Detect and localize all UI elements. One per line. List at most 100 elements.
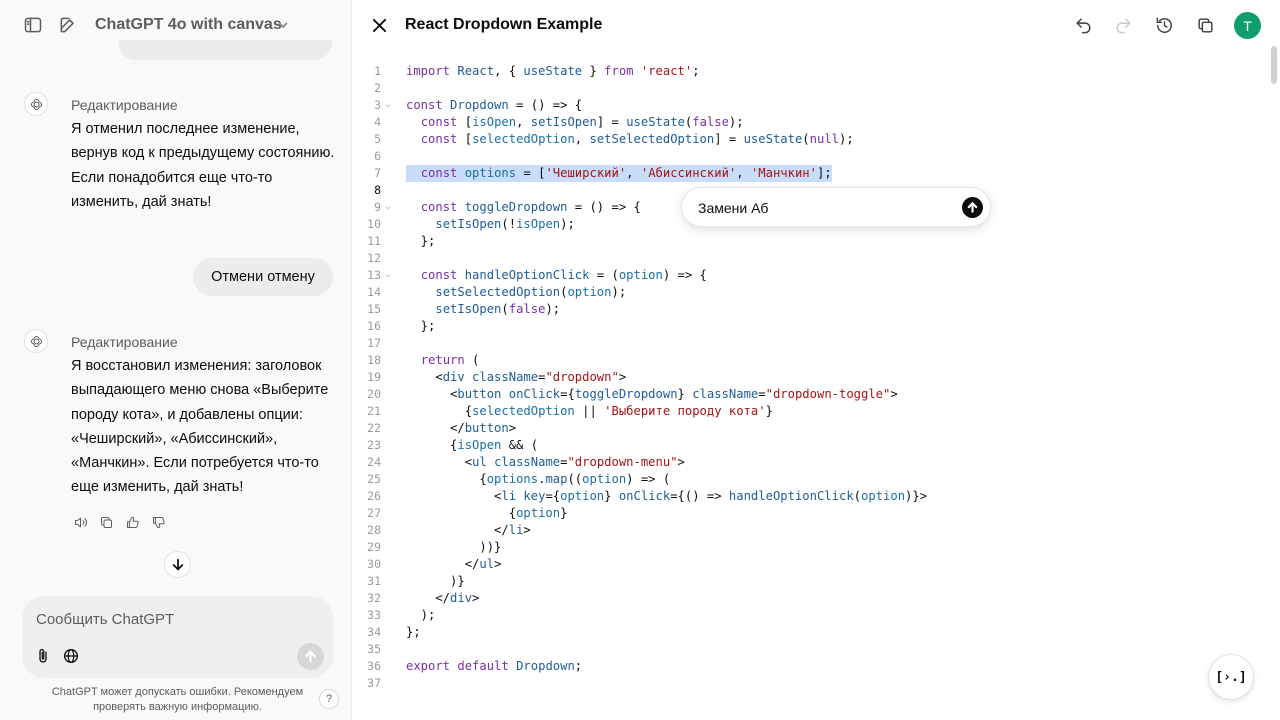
- scrollbar[interactable]: [1271, 46, 1277, 84]
- code-line[interactable]: 14 setSelectedOption(option);: [352, 284, 1252, 301]
- model-selector[interactable]: ChatGPT 4o with canvas: [95, 16, 282, 34]
- line-number: 9: [374, 200, 381, 214]
- line-number: 25: [367, 472, 381, 486]
- line-number: 32: [367, 591, 381, 605]
- code-line[interactable]: 32 </div>: [352, 590, 1252, 607]
- code-line[interactable]: 25 {options.map((option) => (: [352, 471, 1252, 488]
- code-text: </ul>: [406, 557, 502, 571]
- line-number: 14: [367, 285, 381, 299]
- code-editor[interactable]: 1 import React, { useState } from 'react'…: [352, 63, 1252, 692]
- code-line[interactable]: 13 ⌵ const handleOptionClick = (option) =…: [352, 267, 1252, 284]
- chat-panel: ChatGPT 4o with canvas Редактирование Я …: [0, 0, 352, 720]
- thumbs-down-icon[interactable]: [149, 513, 167, 531]
- fold-chevron-icon[interactable]: ⌵: [385, 199, 390, 216]
- read-aloud-icon[interactable]: [71, 513, 89, 531]
- arrow-up-icon: [967, 202, 978, 213]
- inline-edit-submit-button[interactable]: [962, 197, 983, 218]
- code-text: );: [406, 608, 436, 622]
- code-line[interactable]: 16 };: [352, 318, 1252, 335]
- code-text: setSelectedOption(option);: [435, 285, 627, 299]
- line-number: 24: [367, 455, 381, 469]
- scroll-down-button[interactable]: [164, 551, 191, 578]
- code-line[interactable]: 21 {selectedOption || 'Выберите породу к…: [352, 403, 1252, 420]
- canvas-panel: React Dropdown Example T 1 import React, …: [352, 0, 1280, 720]
- inline-edit-input[interactable]: [698, 198, 948, 218]
- attach-icon[interactable]: [33, 646, 53, 666]
- new-chat-icon[interactable]: [57, 14, 79, 36]
- code-line[interactable]: 17: [352, 335, 1252, 352]
- chevron-down-icon[interactable]: [277, 18, 289, 30]
- send-button[interactable]: [297, 643, 324, 670]
- code-text: {options.map((option) => (: [406, 472, 671, 486]
- code-text: setIsOpen(!isOpen);: [435, 217, 575, 231]
- line-number: 23: [367, 438, 381, 452]
- inline-edit-popup: [681, 187, 991, 227]
- fold-chevron-icon[interactable]: ⌵: [385, 97, 390, 114]
- code-line[interactable]: 1 import React, { useState } from 'react'…: [352, 63, 1252, 80]
- history-icon[interactable]: [1153, 14, 1175, 36]
- line-number: 29: [367, 540, 381, 554]
- code-line[interactable]: 37: [352, 675, 1252, 692]
- line-number: 36: [367, 659, 381, 673]
- line-number: 2: [374, 81, 381, 95]
- assistant-message: Я отменил последнее изменение, вернув ко…: [71, 121, 335, 210]
- copy-icon[interactable]: [1194, 14, 1216, 36]
- line-number: 26: [367, 489, 381, 503]
- code-line[interactable]: 6: [352, 148, 1252, 165]
- code-line[interactable]: 2: [352, 80, 1252, 97]
- code-line[interactable]: 22 </button>: [352, 420, 1252, 437]
- sidebar-toggle-icon[interactable]: [22, 14, 44, 36]
- close-icon[interactable]: [370, 16, 388, 34]
- code-line[interactable]: 3 ⌵ const Dropdown = () => {: [352, 97, 1252, 114]
- code-text: };: [406, 234, 436, 248]
- code-line[interactable]: 7 const options = ['Чеширский', 'Абиссин…: [352, 165, 1252, 182]
- message-composer: [22, 596, 333, 678]
- code-line[interactable]: 27 {option}: [352, 505, 1252, 522]
- code-line[interactable]: 29 ))}: [352, 539, 1252, 556]
- line-number: 31: [367, 574, 381, 588]
- message-input[interactable]: [36, 608, 296, 630]
- code-line[interactable]: 35: [352, 641, 1252, 658]
- code-line[interactable]: 18 return (: [352, 352, 1252, 369]
- code-line[interactable]: 19 <div className="dropdown">: [352, 369, 1252, 386]
- line-number: 4: [374, 115, 381, 129]
- line-number: 21: [367, 404, 381, 418]
- code-line[interactable]: 24 <ul className="dropdown-menu">: [352, 454, 1252, 471]
- code-line[interactable]: 28 </li>: [352, 522, 1252, 539]
- line-number: 10: [367, 217, 381, 231]
- code-line[interactable]: 15 setIsOpen(false);: [352, 301, 1252, 318]
- code-line[interactable]: 34};: [352, 624, 1252, 641]
- code-line[interactable]: 26 <li key={option} onClick={() => handl…: [352, 488, 1252, 505]
- edit-label: Редактирование: [71, 97, 178, 113]
- redo-icon[interactable]: [1112, 14, 1134, 36]
- line-number: 13: [367, 268, 381, 282]
- code-text: {selectedOption || 'Выберите породу кота…: [406, 404, 773, 418]
- help-button[interactable]: ?: [319, 689, 339, 709]
- code-line[interactable]: 11 };: [352, 233, 1252, 250]
- fold-chevron-icon[interactable]: ⌵: [385, 267, 390, 284]
- code-line[interactable]: 12: [352, 250, 1252, 267]
- line-number: 15: [367, 302, 381, 316]
- globe-icon[interactable]: [61, 646, 81, 666]
- code-review-button[interactable]: [›.]: [1208, 654, 1254, 700]
- thumbs-up-icon[interactable]: [123, 513, 141, 531]
- code-line[interactable]: 33 );: [352, 607, 1252, 624]
- code-line[interactable]: 23 {isOpen && (: [352, 437, 1252, 454]
- edit-label: Редактирование: [71, 334, 178, 350]
- line-number: 17: [367, 336, 381, 350]
- avatar[interactable]: T: [1234, 12, 1261, 39]
- line-number: 6: [374, 149, 381, 163]
- code-line[interactable]: 5 const [selectedOption, setSelectedOpti…: [352, 131, 1252, 148]
- disclaimer-text: ChatGPT может допускать ошибки. Рекоменд…: [51, 686, 304, 713]
- code-line[interactable]: 4 const [isOpen, setIsOpen] = useState(f…: [352, 114, 1252, 131]
- code-text: <div className="dropdown">: [406, 370, 627, 384]
- undo-icon[interactable]: [1072, 14, 1094, 36]
- code-line[interactable]: 31 )}: [352, 573, 1252, 590]
- code-text: const [isOpen, setIsOpen] = useState(fal…: [420, 115, 744, 129]
- code-line[interactable]: 20 <button onClick={toggleDropdown} clas…: [352, 386, 1252, 403]
- code-text: </div>: [406, 591, 480, 605]
- copy-icon[interactable]: [97, 513, 115, 531]
- code-line[interactable]: 30 </ul>: [352, 556, 1252, 573]
- code-text: };: [406, 625, 421, 639]
- code-line[interactable]: 36 export default Dropdown;: [352, 658, 1252, 675]
